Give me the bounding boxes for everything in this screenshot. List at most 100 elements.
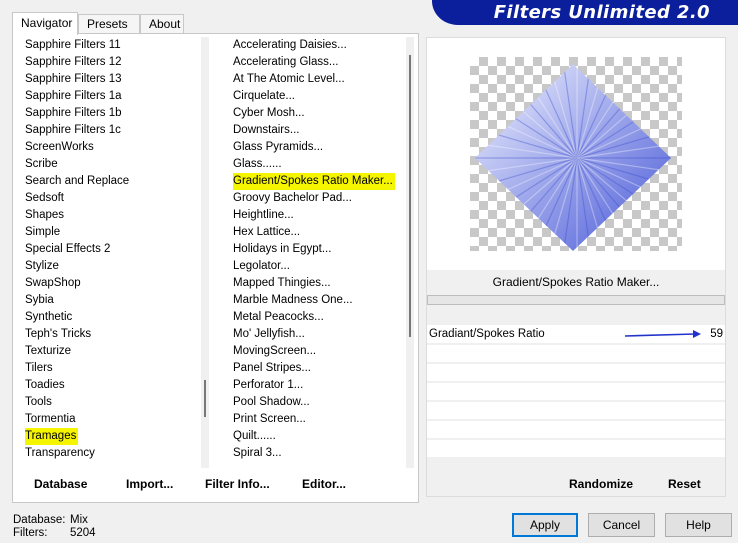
category-item-label: Toadies <box>25 379 65 391</box>
filter-item-label: Glass Pyramids... <box>233 141 324 153</box>
reset-button[interactable]: Reset <box>668 471 701 497</box>
category-item[interactable]: Tormentia <box>21 411 199 428</box>
filter-item-label: Perforator 1... <box>233 379 304 391</box>
category-scrollbar[interactable] <box>201 37 209 468</box>
tab-presets[interactable]: Presets <box>78 14 140 33</box>
category-item-label: Sapphire Filters 13 <box>25 73 122 85</box>
filter-item[interactable]: Holidays in Egypt... <box>229 241 404 258</box>
category-item[interactable]: Sapphire Filters 11 <box>21 37 199 54</box>
filter-item[interactable]: Heightline... <box>229 207 404 224</box>
category-item-label: Special Effects 2 <box>25 243 111 255</box>
category-item[interactable]: Sapphire Filters 1b <box>21 105 199 122</box>
filter-item[interactable]: Hex Lattice... <box>229 224 404 241</box>
filter-item-label: Hex Lattice... <box>233 226 301 238</box>
category-item[interactable]: Sybia <box>21 292 199 309</box>
filter-item[interactable]: Glass Pyramids... <box>229 139 404 156</box>
filter-item-label: Spiral 3... <box>233 447 282 459</box>
category-item[interactable]: SwapShop <box>21 275 199 292</box>
parameter-slot-7 <box>427 440 725 457</box>
category-item[interactable]: Special Effects 2 <box>21 241 199 258</box>
filter-item[interactable]: Gradient/Spokes Ratio Maker... <box>229 173 404 190</box>
filter-item-label: Mo' Jellyfish... <box>233 328 305 340</box>
filter-item[interactable]: Mo' Jellyfish... <box>229 326 404 343</box>
filter-item-label: Holidays in Egypt... <box>233 243 332 255</box>
parameter-value[interactable]: 59 <box>710 325 723 343</box>
category-item[interactable]: Sapphire Filters 1a <box>21 88 199 105</box>
filter-item-label: Groovy Bachelor Pad... <box>233 192 352 204</box>
filter-scrollbar[interactable] <box>406 37 414 468</box>
filter-item[interactable]: Print Screen... <box>229 411 404 428</box>
category-item-label: ScreenWorks <box>25 141 94 153</box>
filter-item[interactable]: Accelerating Daisies... <box>229 37 404 54</box>
category-item[interactable]: Stylize <box>21 258 199 275</box>
category-item[interactable]: Scribe <box>21 156 199 173</box>
filter-item[interactable]: Perforator 1... <box>229 377 404 394</box>
filter-item[interactable]: Downstairs... <box>229 122 404 139</box>
category-item[interactable]: Sapphire Filters 12 <box>21 54 199 71</box>
filter-item[interactable]: Groovy Bachelor Pad... <box>229 190 404 207</box>
filter-item[interactable]: Cyber Mosh... <box>229 105 404 122</box>
tab-about[interactable]: About <box>140 14 184 33</box>
filter-item[interactable]: Panel Stripes... <box>229 360 404 377</box>
navigator-button-bar: Database Import... Filter Info... Editor… <box>14 471 414 497</box>
tab-navigator[interactable]: Navigator <box>12 12 78 35</box>
randomize-button[interactable]: Randomize <box>569 471 633 497</box>
filter-item[interactable]: Accelerating Glass... <box>229 54 404 71</box>
filter-item[interactable]: At The Atomic Level... <box>229 71 404 88</box>
filter-item-label: Glass...... <box>233 158 282 170</box>
parameter-slider-row[interactable]: Gradiant/Spokes Ratio 59 <box>427 325 725 343</box>
category-item-label: Tilers <box>25 362 53 374</box>
category-item[interactable]: Tools <box>21 394 199 411</box>
filter-item[interactable]: Marble Madness One... <box>229 292 404 309</box>
parameter-slot-2 <box>427 345 725 362</box>
filter-item-label: Cyber Mosh... <box>233 107 305 119</box>
database-button[interactable]: Database <box>34 471 87 497</box>
filter-item[interactable]: Metal Peacocks... <box>229 309 404 326</box>
filter-item-label: Panel Stripes... <box>233 362 311 374</box>
filter-item[interactable]: MovingScreen... <box>229 343 404 360</box>
filter-item[interactable]: Quilt...... <box>229 428 404 445</box>
cancel-button[interactable]: Cancel <box>588 513 655 537</box>
filter-info-button[interactable]: Filter Info... <box>205 471 270 497</box>
category-list[interactable]: Sapphire Filters 11 Sapphire Filters 12 Sa… <box>21 37 199 468</box>
category-item[interactable]: Toadies <box>21 377 199 394</box>
category-scrollbar-thumb[interactable] <box>204 380 206 417</box>
category-item[interactable]: Sapphire Filters 13 <box>21 71 199 88</box>
category-item[interactable]: Teph's Tricks <box>21 326 199 343</box>
category-item[interactable]: Texturize <box>21 343 199 360</box>
category-item[interactable]: Tramages <box>21 428 199 445</box>
category-item[interactable]: ScreenWorks <box>21 139 199 156</box>
filter-item[interactable]: Spiral 3... <box>229 445 404 462</box>
help-button[interactable]: Help <box>665 513 732 537</box>
category-item[interactable]: Transparency <box>21 445 199 462</box>
filter-item[interactable]: Pool Shadow... <box>229 394 404 411</box>
category-item-label: Tormentia <box>25 413 76 425</box>
filter-item[interactable]: Cirquelate... <box>229 88 404 105</box>
filter-list[interactable]: Accelerating Daisies... Accelerating Glas… <box>229 37 404 468</box>
category-item[interactable]: Shapes <box>21 207 199 224</box>
category-item-label: Sapphire Filters 1c <box>25 124 121 136</box>
category-item[interactable]: Search and Replace <box>21 173 199 190</box>
database-value: Mix <box>70 514 88 526</box>
category-item[interactable]: Sapphire Filters 1c <box>21 122 199 139</box>
apply-button[interactable]: Apply <box>512 513 578 537</box>
filter-item[interactable]: Glass...... <box>229 156 404 173</box>
editor-button[interactable]: Editor... <box>302 471 346 497</box>
parameter-slot-6 <box>427 421 725 438</box>
filter-item[interactable]: Legolator... <box>229 258 404 275</box>
category-item[interactable]: Tilers <box>21 360 199 377</box>
filter-item[interactable]: Mapped Thingies... <box>229 275 404 292</box>
filter-item-label: Accelerating Glass... <box>233 56 339 68</box>
category-item[interactable]: Sedsoft <box>21 190 199 207</box>
category-item[interactable]: Simple <box>21 224 199 241</box>
category-item[interactable]: Synthetic <box>21 309 199 326</box>
filter-item-label: Mapped Thingies... <box>233 277 331 289</box>
filter-scrollbar-thumb[interactable] <box>409 55 411 337</box>
filter-item-label: MovingScreen... <box>233 345 317 357</box>
preview-image <box>470 57 682 251</box>
category-item-label: Synthetic <box>25 311 73 323</box>
filters-count-value: 5204 <box>70 527 96 539</box>
filter-item-label: Legolator... <box>233 260 290 272</box>
import-button[interactable]: Import... <box>126 471 173 497</box>
parameter-label: Gradiant/Spokes Ratio <box>429 328 545 340</box>
